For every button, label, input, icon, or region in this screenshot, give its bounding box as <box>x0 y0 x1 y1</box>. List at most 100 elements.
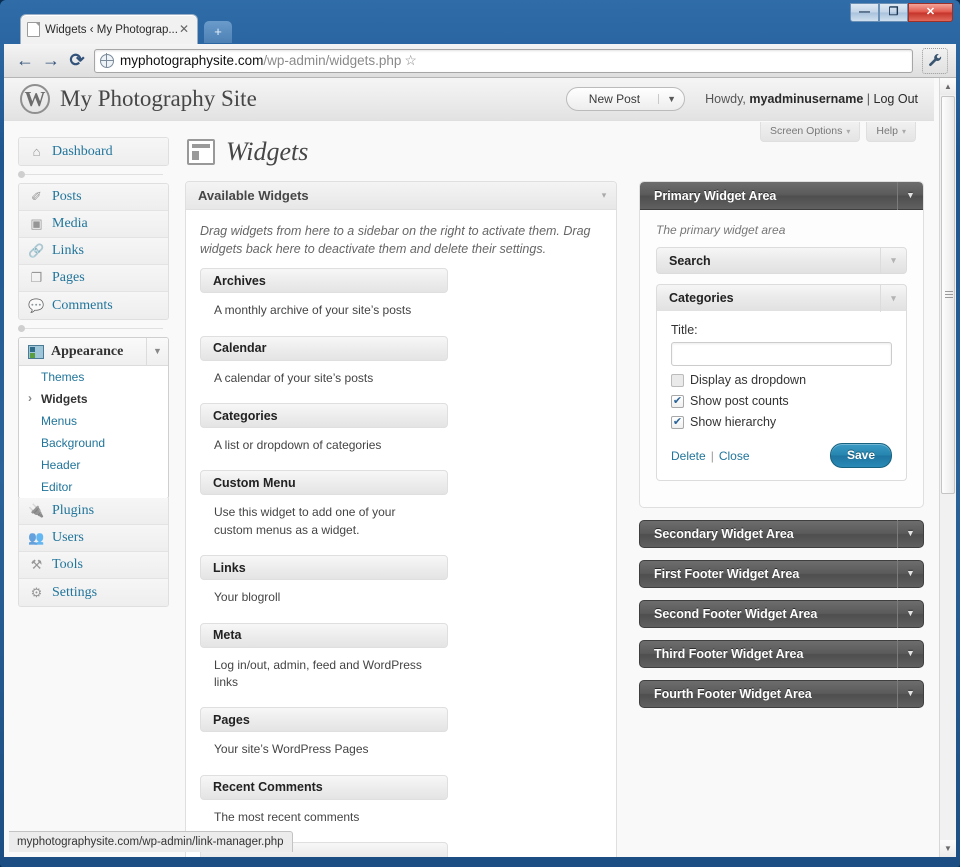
sidebar-item-pages[interactable]: ❐ Pages <box>19 265 168 292</box>
sidebar-item-header[interactable]: Header <box>19 454 168 476</box>
chevron-down-icon[interactable]: ▼ <box>897 680 923 708</box>
widget-title-bar[interactable]: Categories <box>200 403 448 429</box>
widget-title-bar[interactable]: Archives <box>200 268 448 294</box>
widget-area-header[interactable]: Fourth Footer Widget Area ▼ <box>639 680 924 708</box>
sidebar-item-comments[interactable]: 💬 Comments <box>19 292 168 319</box>
chevron-down-icon[interactable]: ▼ <box>897 520 923 548</box>
scroll-up-arrow-icon[interactable]: ▲ <box>940 78 956 95</box>
browser-tab[interactable]: Widgets ‹ My Photograp... ✕ <box>20 14 198 44</box>
sidebar-item-widgets[interactable]: Widgets <box>19 388 168 410</box>
widget-area-first-footer[interactable]: First Footer Widget Area ▼ <box>639 560 924 588</box>
chevron-down-icon[interactable]: ▼ <box>658 94 684 104</box>
appearance-menu-header[interactable]: Appearance ▼ <box>19 338 168 366</box>
chevron-down-icon[interactable]: ▼ <box>897 600 923 628</box>
widget-area-header[interactable]: First Footer Widget Area ▼ <box>639 560 924 588</box>
widget-title-bar[interactable]: Pages <box>200 707 448 733</box>
sidebar-item-label: Comments <box>52 297 113 313</box>
chevron-down-icon[interactable]: ▼ <box>146 338 168 366</box>
back-button[interactable]: ← <box>12 48 38 74</box>
close-window-button[interactable]: ✕ <box>908 3 953 22</box>
sidebar-item-plugins[interactable]: 🔌 Plugins <box>19 498 168 525</box>
widget-area-header[interactable]: Secondary Widget Area ▼ <box>639 520 924 548</box>
sidebar-item-users[interactable]: 👥 Users <box>19 525 168 552</box>
new-post-button[interactable]: New Post ▼ <box>565 87 686 111</box>
widget-area-fourth-footer[interactable]: Fourth Footer Widget Area ▼ <box>639 680 924 708</box>
sidebar-widget-title-bar[interactable]: Categories ▾ <box>656 284 907 312</box>
widget-area-header[interactable]: Third Footer Widget Area ▼ <box>639 640 924 668</box>
sidebar-item-settings[interactable]: ⚙ Settings <box>19 579 168 606</box>
widget-card-recent-comments[interactable]: Recent Comments The most recent comments <box>200 774 602 836</box>
save-button[interactable]: Save <box>829 443 892 468</box>
logout-link[interactable]: Log Out <box>874 92 918 106</box>
checkbox-row-show-post-counts[interactable]: ✔ Show post counts <box>671 394 892 408</box>
scrollbar-thumb[interactable] <box>941 96 955 494</box>
checkbox-checked-icon[interactable]: ✔ <box>671 415 684 429</box>
scroll-down-arrow-icon[interactable]: ▼ <box>940 840 956 857</box>
widget-area-header[interactable]: Second Footer Widget Area ▼ <box>639 600 924 628</box>
close-tab-icon[interactable]: ✕ <box>177 22 191 37</box>
checkbox-checked-icon[interactable]: ✔ <box>671 394 684 408</box>
sidebar-item-media[interactable]: ▣ Media <box>19 211 168 238</box>
wordpress-logo-icon[interactable]: W <box>20 84 50 114</box>
bookmark-star-icon[interactable]: ☆ <box>401 52 420 69</box>
site-title[interactable]: My Photography Site <box>60 86 257 112</box>
sidebar-item-background[interactable]: Background <box>19 432 168 454</box>
widget-card-custom-menu[interactable]: Custom Menu Use this widget to add one o… <box>200 470 602 549</box>
sidebar-item-links[interactable]: 🔗 Links <box>19 238 168 265</box>
widget-card-calendar[interactable]: Calendar A calendar of your site’s posts <box>200 335 602 397</box>
widget-area-second-footer[interactable]: Second Footer Widget Area ▼ <box>639 600 924 628</box>
widget-area-secondary[interactable]: Secondary Widget Area ▼ <box>639 520 924 548</box>
widget-title-bar[interactable]: Links <box>200 555 448 581</box>
widget-card-categories[interactable]: Categories A list or dropdown of categor… <box>200 403 602 464</box>
sidebar-item-posts[interactable]: ✐ Posts <box>19 184 168 211</box>
delete-link[interactable]: Delete <box>671 449 706 463</box>
widget-card-pages[interactable]: Pages Your site’s WordPress Pages <box>200 707 602 768</box>
sidebar-item-tools[interactable]: ⚒ Tools <box>19 552 168 579</box>
checkbox-row-show-hierarchy[interactable]: ✔ Show hierarchy <box>671 415 892 429</box>
available-widgets-header[interactable]: Available Widgets ▾ <box>186 182 616 210</box>
new-tab-button[interactable]: + <box>204 21 232 43</box>
widget-card-archives[interactable]: Archives A monthly archive of your site’… <box>200 268 602 329</box>
widget-card-meta[interactable]: Meta Log in/out, admin, feed and WordPre… <box>200 622 602 702</box>
sidebar-item-label: Dashboard <box>52 143 113 159</box>
widget-description: Your site’s WordPress Pages <box>214 742 369 757</box>
howdy-greeting: Howdy, myadminusername | Log Out <box>705 92 918 106</box>
chevron-down-icon[interactable]: ▾ <box>880 284 906 312</box>
forward-button[interactable]: → <box>38 48 64 74</box>
sidebar-widget-search[interactable]: Search ▾ <box>656 247 907 274</box>
chevron-down-icon[interactable]: ▾ <box>592 190 616 201</box>
sidebar-item-menus[interactable]: Menus <box>19 410 168 432</box>
chevron-down-icon[interactable]: ▼ <box>897 640 923 668</box>
widgets-columns: Available Widgets ▾ Drag widgets from he… <box>185 181 924 857</box>
widget-title-bar[interactable]: Calendar <box>200 335 448 361</box>
widget-title-bar[interactable]: Recent Comments <box>200 774 448 800</box>
chevron-down-icon[interactable]: ▼ <box>897 182 923 210</box>
help-tab[interactable]: Help ▾ <box>866 122 916 142</box>
sidebar-item-themes[interactable]: Themes <box>19 366 168 388</box>
checkbox-unchecked-icon[interactable] <box>671 373 684 387</box>
chevron-down-icon[interactable]: ▾ <box>880 247 906 274</box>
widget-title-bar[interactable]: Custom Menu <box>200 470 448 496</box>
screen-options-tab[interactable]: Screen Options ▾ <box>759 122 861 142</box>
widget-area-header[interactable]: Primary Widget Area ▼ <box>640 182 923 210</box>
sidebar-widget-title: Search <box>669 253 711 268</box>
widget-area-third-footer[interactable]: Third Footer Widget Area ▼ <box>639 640 924 668</box>
chevron-down-icon[interactable]: ▼ <box>897 560 923 588</box>
close-link[interactable]: Close <box>719 449 750 463</box>
address-bar[interactable]: myphotographysite.com/wp-admin/widgets.p… <box>94 48 913 73</box>
widget-area-primary: Primary Widget Area ▼ The primary widget… <box>639 181 924 508</box>
sidebar-item-dashboard[interactable]: ⌂ Dashboard <box>19 138 168 165</box>
checkbox-row-display-as-dropdown[interactable]: Display as dropdown <box>671 373 892 387</box>
sidebar-widget-title-bar[interactable]: Search ▾ <box>656 247 907 274</box>
reload-button[interactable]: ⟳ <box>64 48 90 74</box>
widget-title-bar[interactable]: Meta <box>200 622 448 648</box>
title-input[interactable] <box>671 342 892 366</box>
widget-area-description: The primary widget area <box>656 223 786 237</box>
status-bar: myphotographysite.com/wp-admin/link-mana… <box>9 831 293 852</box>
page-scrollbar[interactable]: ▲ ▼ <box>939 78 956 857</box>
sidebar-item-label: Tools <box>52 557 83 572</box>
wrench-menu-icon[interactable] <box>922 47 948 74</box>
widget-card-links[interactable]: Links Your blogroll <box>200 555 602 616</box>
tab-strip: Widgets ‹ My Photograp... ✕ + <box>4 14 904 44</box>
sidebar-item-editor[interactable]: Editor <box>19 476 168 498</box>
